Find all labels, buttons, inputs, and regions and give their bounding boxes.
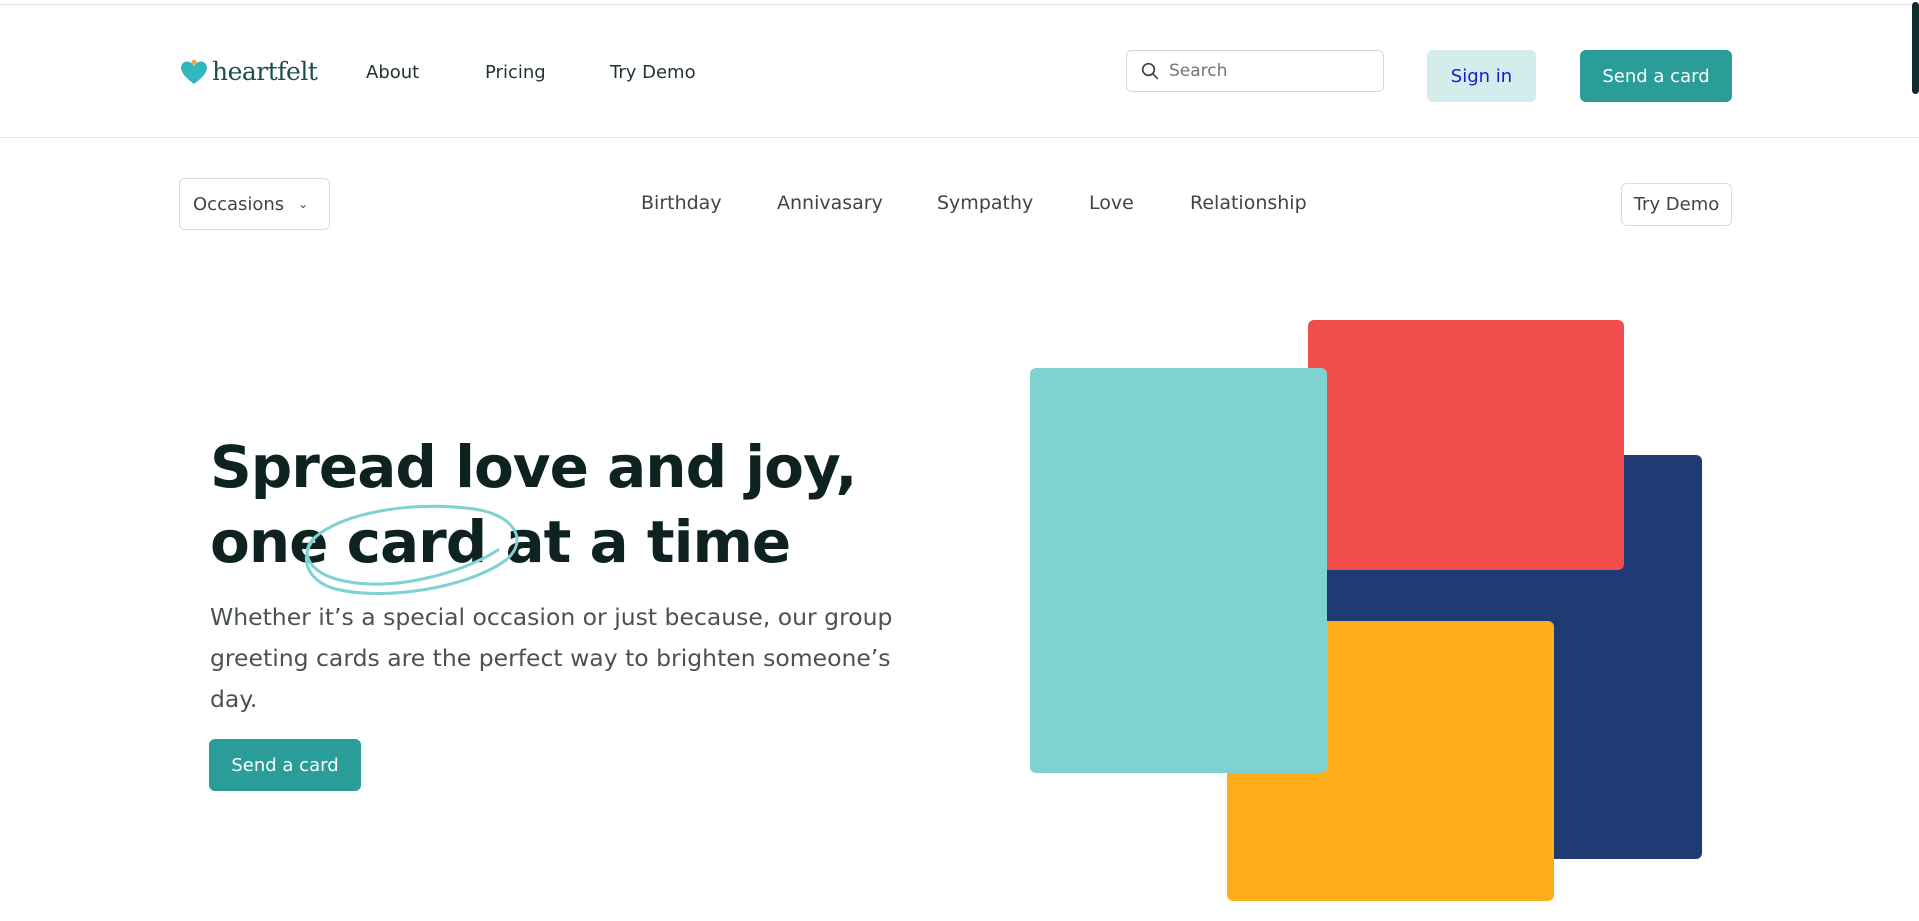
nav-about[interactable]: About — [366, 62, 419, 83]
send-card-button[interactable]: Send a card — [1580, 50, 1732, 102]
sign-in-button[interactable]: Sign in — [1427, 50, 1536, 102]
hero-title: Spread love and joy, one card at a time — [210, 430, 930, 580]
illustration-card-red — [1308, 320, 1624, 570]
search-box[interactable] — [1126, 50, 1384, 92]
site-header: heartfelt About Pricing Try Demo Sign in… — [0, 5, 1919, 138]
category-birthday[interactable]: Birthday — [641, 192, 722, 214]
category-love[interactable]: Love — [1089, 192, 1134, 214]
chevron-down-icon: ⌄ — [298, 197, 309, 211]
logo-text: heartfelt — [212, 57, 318, 86]
search-icon — [1141, 62, 1159, 80]
category-anniversary[interactable]: Annivasary — [777, 192, 883, 214]
hero-title-line1: Spread love and joy, — [210, 433, 857, 501]
hero-title-line2: one card at a time — [210, 508, 791, 576]
logo[interactable]: heartfelt — [180, 57, 318, 86]
hero-subtitle: Whether it’s a special occasion or just … — [210, 603, 893, 713]
illustration-card-teal — [1030, 368, 1327, 773]
nav-pricing[interactable]: Pricing — [485, 62, 546, 83]
hero-send-card-button[interactable]: Send a card — [209, 739, 361, 791]
occasions-label: Occasions — [193, 193, 285, 215]
nav-try-demo[interactable]: Try Demo — [610, 62, 696, 83]
category-sympathy[interactable]: Sympathy — [937, 192, 1033, 214]
category-relationship[interactable]: Relationship — [1190, 192, 1307, 214]
heart-logo-icon — [181, 59, 207, 84]
try-demo-button[interactable]: Try Demo — [1621, 183, 1732, 226]
occasions-dropdown[interactable]: Occasions ⌄ — [179, 178, 330, 230]
search-input[interactable] — [1169, 61, 1369, 81]
